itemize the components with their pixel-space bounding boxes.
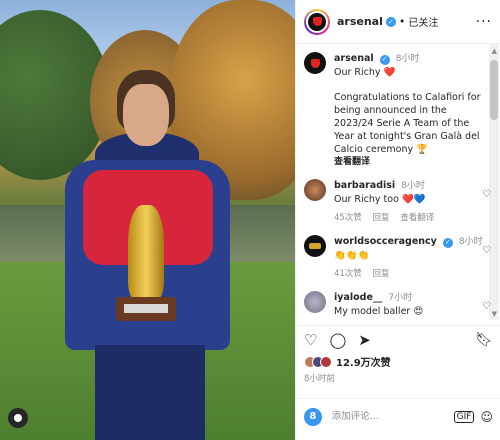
person-pants	[95, 345, 205, 440]
post-time: 8小时前	[304, 374, 335, 384]
header-username[interactable]: arsenal	[337, 15, 383, 28]
post-actions: ♡ ◯ ➤ 🔖︎ 12.9万次赞 8小时前	[296, 325, 500, 384]
comment-time: 7小时	[388, 293, 413, 303]
person-face	[123, 84, 169, 146]
comments-list: arsenal ✓ 8小时 Our Richy ❤️ Congratulatio…	[296, 44, 500, 320]
verified-icon: ✓	[379, 54, 390, 65]
comment-emoji: 😍	[413, 306, 424, 317]
arsenal-logo-icon	[312, 17, 322, 26]
comment-username[interactable]: iyalode__	[334, 292, 382, 303]
comment-text: Our Richy too	[334, 194, 399, 205]
header-separator: •	[398, 15, 406, 28]
comment-item: iyalode__ 7小时 My model baller 😍 ♡	[304, 291, 491, 318]
caption-time: 8小时	[395, 54, 420, 64]
more-options-icon[interactable]: ···	[476, 14, 492, 30]
verified-icon: ✓	[442, 237, 453, 248]
caption-line1: Our Richy	[334, 67, 381, 78]
comment-time: 8小时	[458, 237, 483, 247]
profile-avatar[interactable]	[304, 8, 330, 35]
comment-text: My model baller	[334, 306, 411, 317]
bookmark-icon[interactable]: 🔖︎	[475, 332, 493, 348]
caption-username[interactable]: arsenal	[334, 53, 374, 64]
trophy	[116, 205, 176, 323]
trophy-emoji: 🏆	[416, 144, 428, 155]
comment-input[interactable]	[331, 411, 454, 422]
comment-avatar[interactable]	[304, 291, 326, 313]
like-comment-icon[interactable]: ♡	[482, 245, 491, 256]
reply-button[interactable]: 回复	[373, 213, 390, 223]
share-icon[interactable]: ➤	[358, 331, 371, 349]
post-panel: arsenal ✓ • 已关注 ··· ▲ ▼ arsenal ✓ 8小时 Ou…	[295, 0, 500, 440]
comment-emoji: ❤️💙	[401, 194, 426, 205]
comment-emoji: 👏👏👏	[334, 250, 370, 261]
trophy-gold	[128, 205, 164, 300]
gif-button[interactable]: GIF	[453, 410, 475, 423]
liker-avatar	[320, 355, 332, 368]
caption-avatar[interactable]	[304, 52, 326, 74]
verified-icon: ✓	[385, 16, 396, 27]
like-icon[interactable]: ♡	[304, 331, 317, 349]
heart-emoji: ❤️	[383, 67, 396, 78]
caption: arsenal ✓ 8小时 Our Richy ❤️ Congratulatio…	[304, 52, 487, 169]
emoji-icon[interactable]: ☺	[480, 410, 493, 424]
reply-button[interactable]: 回复	[373, 269, 390, 279]
comment-avatar[interactable]	[304, 179, 326, 201]
comment-username[interactable]: worldsocceragency	[334, 236, 437, 247]
comment-item: worldsocceragency ✓ 8小时 👏👏👏 41次赞 回复 ♡	[304, 235, 491, 281]
trophy-plate	[124, 304, 168, 313]
comment-avatar[interactable]	[304, 235, 326, 257]
current-user-avatar: 8	[304, 407, 322, 426]
comment-icon[interactable]: ◯	[329, 331, 346, 349]
arsenal-logo-icon	[310, 58, 320, 68]
caption-body: Congratulations to Calafiori for being a…	[334, 92, 481, 155]
comment-username[interactable]: barbaradisi	[334, 180, 395, 191]
see-translation-link[interactable]: 查看翻译	[400, 213, 434, 223]
see-translation-link[interactable]: 查看翻译	[334, 156, 487, 169]
comment-likes[interactable]: 45次赞	[334, 213, 362, 223]
like-comment-icon[interactable]: ♡	[482, 189, 491, 200]
comment-time: 8小时	[401, 181, 425, 191]
likes-count[interactable]: 12.9万次赞	[336, 354, 391, 369]
comment-item: barbaradisi 8小时 Our Richy too ❤️💙 45次赞 回…	[304, 179, 491, 225]
post-header: arsenal ✓ • 已关注 ···	[296, 0, 500, 44]
comment-likes[interactable]: 41次赞	[334, 269, 362, 279]
follow-status-button[interactable]: 已关注	[408, 14, 438, 29]
tagged-user-icon[interactable]	[8, 408, 28, 428]
likes-summary[interactable]: 12.9万次赞	[304, 354, 493, 369]
post-photo[interactable]	[0, 0, 295, 440]
add-comment-bar: 8 GIF ☺	[296, 398, 500, 434]
like-comment-icon[interactable]: ♡	[482, 301, 491, 312]
